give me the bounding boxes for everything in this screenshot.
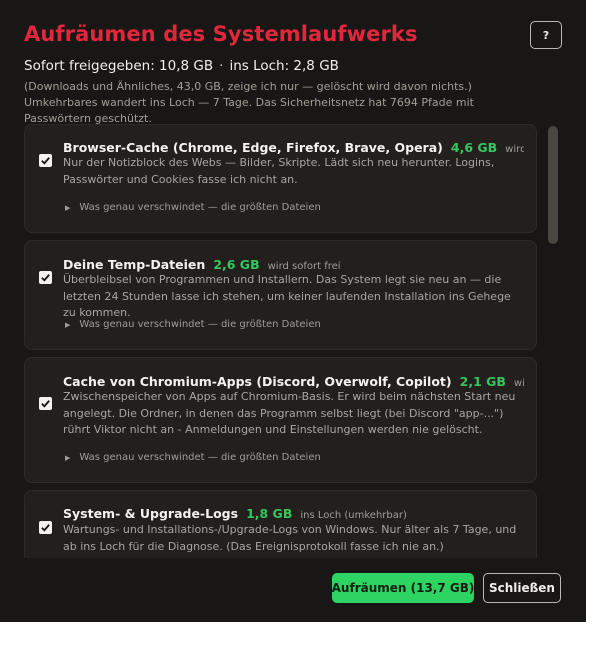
item-header: Browser-Cache (Chrome, Edge, Firefox, Br… xyxy=(63,137,524,156)
checkmark-icon xyxy=(41,400,50,408)
item-title: Deine Temp-Dateien xyxy=(63,257,206,272)
cleanup-item-list[interactable]: Browser-Cache (Chrome, Edge, Firefox, Br… xyxy=(24,124,538,558)
item-description: Nur der Notizblock des Webs — Bilder, Sk… xyxy=(63,156,495,186)
expand-triangle-icon: ▶ xyxy=(65,203,71,212)
summary-note: (Downloads und Ähnliches, 43,0 GB, zeige… xyxy=(24,80,474,125)
item-size: 2,6 GB xyxy=(213,257,260,272)
scrollbar-thumb[interactable] xyxy=(548,126,558,244)
item-details-label: Was genau verschwindet — die größten Dat… xyxy=(79,319,321,330)
cleanup-item-browser-cache: Browser-Cache (Chrome, Edge, Firefox, Br… xyxy=(24,124,537,233)
checkmark-icon xyxy=(41,157,50,165)
summary-freed: Sofort freigegeben: 10,8 GB xyxy=(24,58,214,74)
item-status: ins Loch (umkehrbar) xyxy=(300,510,407,521)
item-checkbox[interactable] xyxy=(39,397,52,410)
item-title: System- & Upgrade-Logs xyxy=(63,506,239,521)
list-scrollbar[interactable] xyxy=(548,124,558,558)
dialog-title: Aufräumen des Systemlaufwerks xyxy=(24,22,418,46)
item-description: Wartungs- und Installations-/Upgrade-Log… xyxy=(63,523,517,553)
item-status: wird sofor xyxy=(513,378,524,389)
item-status: wird sofort frei xyxy=(267,261,341,272)
cleanup-item-temp-files: Deine Temp-Dateien 2,6 GB wird sofort frei… xyxy=(24,240,537,350)
checkmark-icon xyxy=(41,524,50,532)
checkmark-icon xyxy=(41,274,50,282)
cleanup-item-system-logs: System- & Upgrade-Logs 1,8 GB ins Loch (um… xyxy=(24,490,537,558)
item-size: 4,6 GB xyxy=(450,140,498,155)
item-size: 2,1 GB xyxy=(459,374,506,389)
item-title: Cache von Chromium-Apps (Discord, Overwo… xyxy=(63,374,452,389)
item-details-label: Was genau verschwindet — die größten Dat… xyxy=(79,202,321,213)
item-details-toggle[interactable]: ▶ Was genau verschwindet — die größten Da… xyxy=(65,202,321,213)
item-description: Zwischenspeicher von Apps auf Chromium-B… xyxy=(63,390,516,436)
item-details-toggle[interactable]: ▶ Was genau verschwindet — die größten Da… xyxy=(65,319,321,330)
cleanup-button[interactable]: Aufräumen (13,7 GB) xyxy=(332,573,474,603)
item-header: System- & Upgrade-Logs 1,8 GB ins Loch (um… xyxy=(63,503,524,522)
expand-triangle-icon: ▶ xyxy=(65,453,71,462)
item-details-label: Was genau verschwindet — die größten Dat… xyxy=(79,452,321,463)
item-title: Browser-Cache (Chrome, Edge, Firefox, Br… xyxy=(63,140,443,155)
item-checkbox[interactable] xyxy=(39,271,52,284)
summary-separator: · xyxy=(219,58,224,74)
summary-to-bin: ins Loch: 2,8 GB xyxy=(229,58,339,74)
summary-line: Sofort freigegeben: 10,8 GB · ins Loch: 2,… xyxy=(24,58,339,74)
expand-triangle-icon: ▶ xyxy=(65,320,71,329)
item-header: Deine Temp-Dateien 2,6 GB wird sofort frei xyxy=(63,254,524,273)
item-details-toggle[interactable]: ▶ Was genau verschwindet — die größten Da… xyxy=(65,452,321,463)
help-button[interactable]: ? xyxy=(530,21,562,49)
item-checkbox[interactable] xyxy=(39,154,52,167)
cleanup-dialog: Aufräumen des Systemlaufwerks ? Sofort f… xyxy=(0,0,586,622)
item-description: Überbleibsel von Programmen und Installe… xyxy=(63,273,511,319)
item-size: 1,8 GB xyxy=(246,506,293,521)
close-button[interactable]: Schließen xyxy=(483,573,561,603)
item-checkbox[interactable] xyxy=(39,521,52,534)
cleanup-item-chromium-apps: Cache von Chromium-Apps (Discord, Overwo… xyxy=(24,357,537,483)
item-status: wird sofort fr xyxy=(505,144,524,155)
item-header: Cache von Chromium-Apps (Discord, Overwo… xyxy=(63,371,524,390)
